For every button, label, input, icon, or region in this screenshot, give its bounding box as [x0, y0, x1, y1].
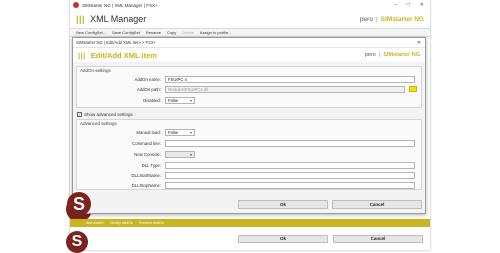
show-advanced-label: Show advanced settings	[84, 111, 133, 117]
tab-modify-addon[interactable]: Modify AddOn	[110, 221, 133, 225]
main-window-title: SIMstarter NG | XML Manager | FSX+	[82, 2, 158, 8]
command-line-label: Command line:	[132, 141, 161, 146]
manual-load-value: False	[168, 130, 179, 135]
dll-type-label: DLL Type:	[141, 163, 161, 168]
addon-settings-group: AddOn settings AddOn name: FSUIPC 4 AddO…	[76, 66, 422, 108]
command-line-input[interactable]	[165, 140, 415, 147]
dll-start-name-label: DLLStartName:	[131, 173, 161, 178]
chevron-down-icon: ▾	[189, 98, 192, 103]
rename-button[interactable]: Rename	[146, 30, 161, 35]
main-banner: ||| XML Manager pero | SIMstarter NG	[70, 10, 430, 28]
window-controls: – □ ✕	[394, 2, 430, 8]
delete-button[interactable]: Delete	[182, 30, 194, 35]
dll-start-name-input[interactable]	[165, 172, 415, 179]
main-cancel-button[interactable]: Cancel	[333, 235, 423, 243]
page-title: XML Manager	[90, 14, 147, 24]
dialog-close-icon[interactable]: ✕	[417, 40, 421, 46]
addon-tabs-bar: Add AddOn Modify AddOn Remove AddOn	[70, 219, 430, 227]
dialog-body: AddOn settings AddOn name: FSUIPC 4 AddO…	[67, 62, 425, 216]
app-icon	[73, 2, 79, 8]
dialog-ok-button[interactable]: Ok	[238, 200, 328, 209]
assign-to-profile-button[interactable]: Assign to profile...	[200, 30, 232, 35]
show-advanced-row[interactable]: ✓ Show advanced settings	[77, 111, 133, 118]
chevron-down-icon: ▾	[189, 152, 192, 157]
dialog-user-label: pero | SIMstarter NG	[365, 52, 420, 58]
new-configset-button[interactable]: New ConfigSet...	[76, 30, 106, 35]
manual-load-select[interactable]: False ▾	[165, 129, 195, 136]
copy-button[interactable]: Copy	[167, 30, 176, 35]
dialog-title: SIMstarter NG | Edit/Add XML item > FSX+	[76, 40, 157, 45]
tab-remove-addon[interactable]: Remove AddOn	[139, 221, 164, 225]
dialog-separator: |	[378, 52, 381, 58]
logo-letter: S	[71, 233, 83, 250]
main-ok-button[interactable]: Ok	[238, 235, 328, 243]
addon-path-label: AddOn path:	[136, 87, 161, 92]
dialog-user-name: pero	[364, 52, 376, 58]
user-name: pero	[359, 15, 373, 23]
show-advanced-checkbox[interactable]: ✓	[77, 111, 82, 117]
disabled-label: Disabled:	[143, 98, 161, 103]
brand-label: SIMstarter NG	[380, 15, 424, 23]
new-console-select[interactable]: ▾	[165, 151, 195, 158]
advanced-settings-title: Advanced settings	[80, 121, 117, 126]
dialog-banner: ||| Edit/Add XML item pero | SIMstarter NG	[73, 48, 425, 63]
save-configset-button[interactable]: Save ConfigSet	[112, 30, 140, 35]
new-console-label: New Console:	[134, 152, 161, 157]
dll-stop-name-input[interactable]	[165, 182, 415, 189]
disabled-select[interactable]: False ▾	[165, 97, 195, 104]
addon-path-input[interactable]: Modules\FSUIPC4.dll	[165, 86, 405, 93]
dialog-heading: Edit/Add XML item	[90, 50, 157, 60]
dll-type-input[interactable]	[165, 162, 415, 169]
user-label: pero | SIMstarter NG	[360, 16, 424, 23]
maximize-icon[interactable]: □	[407, 2, 410, 8]
addon-name-label: AddOn name:	[134, 77, 161, 82]
tab-add-addon[interactable]: Add AddOn	[86, 221, 104, 225]
banner-bars: |||	[76, 14, 86, 24]
separator: |	[375, 15, 378, 23]
addon-name-input[interactable]: FSUIPC 4	[165, 76, 415, 83]
addon-settings-title: AddOn settings	[80, 68, 111, 73]
close-icon[interactable]: ✕	[420, 2, 424, 8]
edit-xml-dialog: SIMstarter NG | Edit/Add XML item > FSX+…	[67, 37, 426, 216]
chevron-down-icon: ▾	[189, 130, 192, 135]
dialog-banner-bars: |||	[78, 50, 86, 60]
main-titlebar: SIMstarter NG | XML Manager | FSX+ – □ ✕	[70, 0, 430, 10]
manual-load-label: Manual load:	[136, 130, 161, 135]
main-toolbar: New ConfigSet... Save ConfigSet Rename C…	[70, 28, 430, 37]
disabled-select-value: False	[168, 98, 179, 103]
minimize-icon[interactable]: –	[394, 2, 397, 8]
dll-stop-name-label: DLLStopName:	[131, 183, 161, 188]
advanced-settings-group: Advanced settings Manual load: False ▾ C…	[76, 119, 422, 190]
dialog-cancel-button[interactable]: Cancel	[332, 200, 422, 209]
dialog-logo: S	[67, 192, 91, 216]
dialog-brand-label: SIMstarter NG	[383, 52, 420, 58]
dialog-titlebar: SIMstarter NG | Edit/Add XML item > FSX+…	[73, 38, 425, 48]
logo-letter: S	[72, 193, 85, 214]
browse-folder-icon[interactable]	[409, 86, 417, 92]
